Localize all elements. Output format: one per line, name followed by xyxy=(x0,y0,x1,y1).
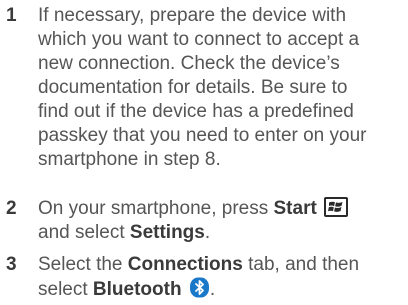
step-text-line: Select the Connections tab, and then xyxy=(38,253,402,277)
step-text-segment: Select the xyxy=(38,254,128,275)
step-number: 2 xyxy=(6,198,17,219)
connections-keyword: Connections xyxy=(127,254,243,275)
step-number: 3 xyxy=(6,254,17,275)
instruction-document: 1 If necessary, prepare the device with … xyxy=(0,0,408,304)
step-text: On your smartphone, press Start and sele… xyxy=(38,197,402,245)
step-3: 3 Select the Connections tab, and then s… xyxy=(0,253,408,303)
step-text-line: On your smartphone, press Start xyxy=(38,197,402,221)
bluetooth-icon xyxy=(189,277,210,298)
bluetooth-keyword: Bluetooth xyxy=(92,279,182,300)
step-text-line: smartphone in step 8. xyxy=(38,149,221,170)
step-text-line: If necessary, prepare the device with xyxy=(38,5,347,26)
step-text-line: which you want to connect to accept a xyxy=(38,29,360,50)
step-text-line: select Bluetooth . xyxy=(38,277,402,302)
start-keyword: Start xyxy=(273,198,317,219)
step-text-segment: . xyxy=(209,279,216,300)
step-text-line: passkey that you need to enter on your xyxy=(38,125,367,146)
step-text-line: documentation for details. Be sure to xyxy=(38,77,348,98)
step-text-line: find out if the device has a predefined xyxy=(38,101,354,122)
step-text-segment: On your smartphone, press xyxy=(38,198,274,219)
settings-keyword: Settings xyxy=(129,222,205,243)
step-1: 1 If necessary, prepare the device with … xyxy=(0,4,408,174)
step-text-segment: tab, and then xyxy=(242,254,360,275)
step-text-segment: select xyxy=(38,279,93,300)
step-text-segment: and select xyxy=(38,222,130,243)
step-text-segment: . xyxy=(204,222,211,243)
step-text-line: new connection. Check the device’s xyxy=(38,53,340,74)
step-text: If necessary, prepare the device with wh… xyxy=(38,4,402,172)
step-2: 2 On your smartphone, press Start and se… xyxy=(0,197,408,247)
step-number: 1 xyxy=(6,5,17,26)
step-text: Select the Connections tab, and then sel… xyxy=(38,253,402,302)
step-text-line: and select Settings. xyxy=(38,221,402,245)
windows-start-icon xyxy=(324,197,349,217)
